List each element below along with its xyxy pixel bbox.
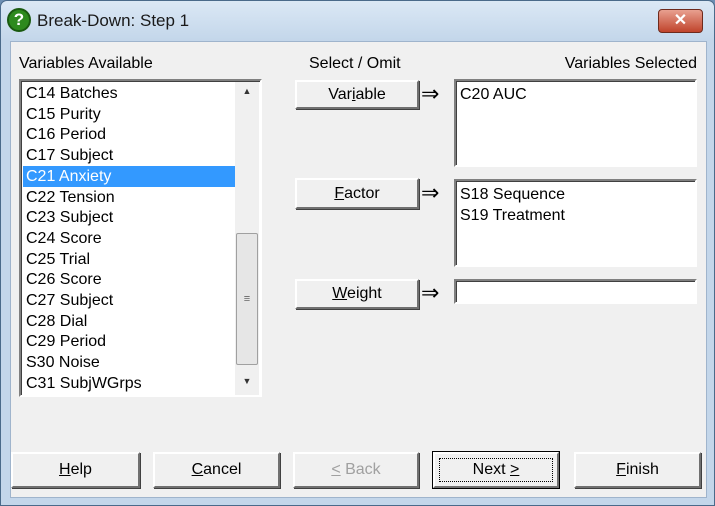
back-button[interactable]: < Back [293, 452, 419, 488]
focus-rect [439, 458, 553, 482]
list-item[interactable]: C31 SubjWGrps [23, 373, 235, 394]
list-item[interactable]: C17 Subject [23, 145, 235, 166]
list-item[interactable]: C27 Subject [23, 290, 235, 311]
next-button[interactable]: Next > [432, 451, 560, 489]
help-question-icon: ? [7, 8, 31, 32]
scrollbar[interactable]: ▲ ≡ ▼ [235, 82, 259, 395]
cancel-button[interactable]: Cancel [153, 452, 280, 488]
selected-variable-item[interactable]: S19 Treatment [460, 205, 691, 226]
list-item[interactable]: C22 Tension [23, 187, 235, 208]
window-title: Break-Down: Step 1 [37, 11, 190, 30]
list-item[interactable]: C23 Subject [23, 207, 235, 228]
scroll-down-icon[interactable]: ▼ [235, 376, 259, 386]
arrow-right-icon: ⇒ [421, 280, 440, 305]
weight-target-box[interactable] [454, 279, 697, 304]
arrow-right-icon: ⇒ [421, 180, 440, 205]
list-item[interactable]: C14 Batches [23, 83, 235, 104]
list-item[interactable]: C15 Purity [23, 104, 235, 125]
list-item[interactable]: C24 Score [23, 228, 235, 249]
list-item[interactable]: C21 Anxiety [23, 165, 235, 187]
selected-variable-item[interactable]: C20 AUC [460, 84, 691, 105]
finish-button[interactable]: Finish [574, 452, 701, 488]
factor-target-box[interactable]: S18 Sequence S19 Treatment [454, 179, 697, 267]
variables-available-list[interactable]: ▲ ≡ ▼ C14 Batches C15 Purity C16 Period C17… [19, 79, 262, 397]
close-button[interactable]: ✕ [658, 9, 703, 33]
list-item[interactable]: C25 Trial [23, 249, 235, 270]
list-item[interactable]: C28 Dial [23, 311, 235, 332]
help-button[interactable]: Help [11, 452, 140, 488]
weight-button[interactable]: Weight [295, 279, 419, 309]
list-item[interactable]: C26 Score [23, 269, 235, 290]
list-item[interactable]: S30 Noise [23, 352, 235, 373]
selected-variable-item[interactable]: S18 Sequence [460, 184, 691, 205]
variables-selected-label: Variables Selected [564, 55, 697, 72]
scroll-thumb[interactable]: ≡ [236, 233, 258, 365]
dialog-window: ? Break-Down: Step 1 ✕ Variables Availab… [0, 0, 715, 506]
variables-available-label: Variables Available [19, 55, 153, 72]
variable-target-box[interactable]: C20 AUC [454, 79, 697, 167]
list-item[interactable]: C16 Period [23, 124, 235, 145]
variable-button[interactable]: Variable [295, 80, 419, 109]
select-omit-label: Select / Omit [309, 55, 401, 72]
scroll-up-icon[interactable]: ▲ [235, 86, 259, 96]
list-item[interactable]: C29 Period [23, 331, 235, 352]
factor-button[interactable]: Factor [295, 178, 419, 209]
arrow-right-icon: ⇒ [421, 81, 440, 106]
